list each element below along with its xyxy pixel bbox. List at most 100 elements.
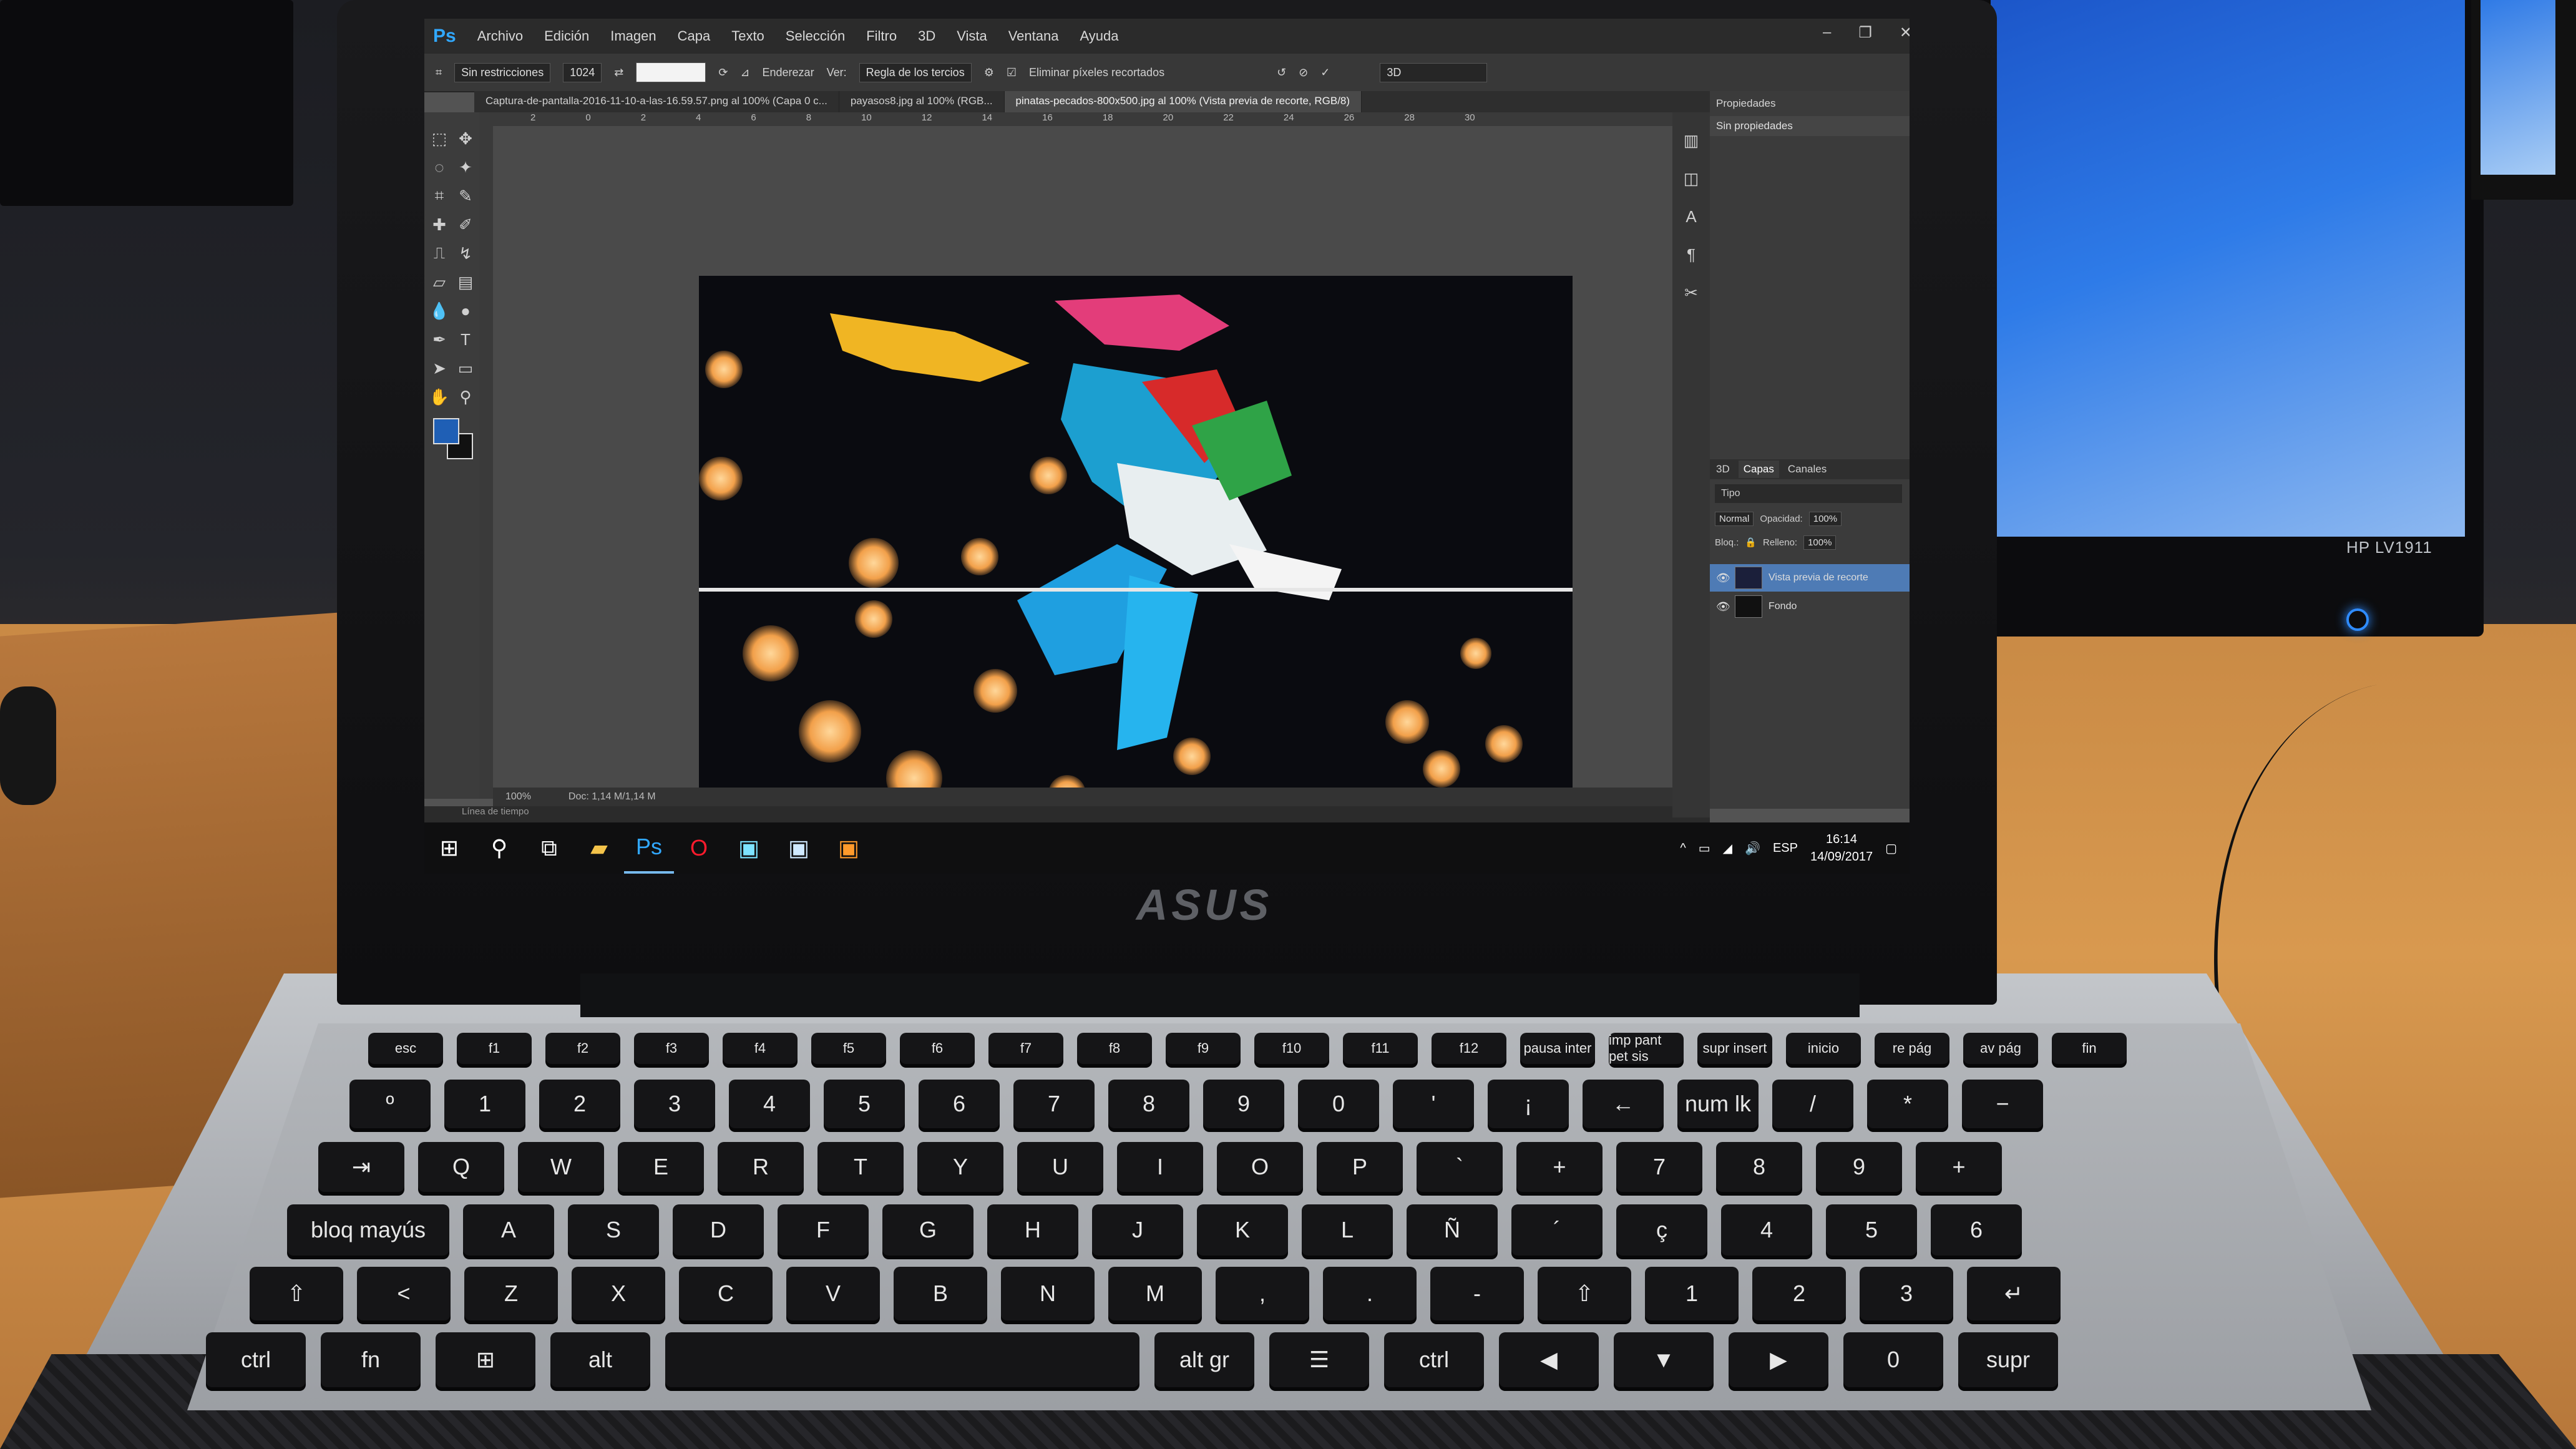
key[interactable]: 5 <box>1826 1204 1917 1256</box>
key[interactable]: T <box>817 1142 904 1192</box>
key[interactable]: f1 <box>457 1033 532 1064</box>
key[interactable]: 8 <box>1108 1080 1189 1128</box>
eyedropper-icon[interactable]: ✎ <box>453 182 478 210</box>
key[interactable]: C <box>679 1267 773 1320</box>
key[interactable]: R <box>718 1142 804 1192</box>
delete-cropped-checkbox[interactable]: ☑ <box>1007 66 1017 79</box>
language-indicator[interactable]: ESP <box>1773 841 1798 856</box>
overlay-select[interactable]: Regla de los tercios <box>859 62 972 82</box>
healing-brush-icon[interactable]: ✚ <box>427 211 452 238</box>
clock[interactable]: 16:14 14/09/2017 <box>1810 831 1873 866</box>
key[interactable]: L <box>1302 1204 1393 1256</box>
cancel-icon[interactable]: ⊘ <box>1299 66 1308 79</box>
tab-document-1[interactable]: Captura-de-pantalla-2016-11-10-a-las-16.… <box>474 91 839 112</box>
key[interactable]: f10 <box>1254 1033 1329 1064</box>
straighten-icon[interactable]: ⊿ <box>740 66 749 79</box>
tab-document-3[interactable]: pinatas-pecados-800x500.jpg al 100% (Vis… <box>1004 91 1362 112</box>
key[interactable]: F <box>778 1204 869 1256</box>
key[interactable]: 4 <box>1721 1204 1812 1256</box>
key[interactable]: f5 <box>811 1033 886 1064</box>
key[interactable]: Q <box>418 1142 504 1192</box>
key[interactable]: ` <box>1417 1142 1503 1192</box>
menu-filtro[interactable]: Filtro <box>866 28 897 44</box>
path-select-icon[interactable]: ➤ <box>427 354 452 382</box>
key[interactable]: V <box>786 1267 880 1320</box>
key[interactable]: Z <box>464 1267 558 1320</box>
battery-icon[interactable]: ▭ <box>1699 841 1710 856</box>
ratio-select[interactable]: Sin restricciones <box>454 62 551 82</box>
crop-tool-icon[interactable]: ⌗ <box>427 182 452 210</box>
clear-icon[interactable]: ⟳ <box>718 66 728 79</box>
marquee-tool-icon[interactable]: ⬚ <box>427 125 452 152</box>
key[interactable]: I <box>1117 1142 1203 1192</box>
zoom-tool-icon[interactable]: ⚲ <box>453 383 478 411</box>
key[interactable]: ç <box>1616 1204 1707 1256</box>
menu-archivo[interactable]: Archivo <box>477 28 523 44</box>
key[interactable]: < <box>357 1267 451 1320</box>
lasso-tool-icon[interactable]: ◌ <box>427 154 452 181</box>
space-key[interactable] <box>665 1332 1139 1387</box>
crop-tool-icon[interactable]: ⌗ <box>436 66 442 79</box>
key[interactable]: 1 <box>444 1080 525 1128</box>
reset-icon[interactable]: ↺ <box>1277 66 1286 79</box>
commit-icon[interactable]: ✓ <box>1320 66 1330 79</box>
key[interactable]: J <box>1092 1204 1183 1256</box>
windows-start-icon[interactable]: ⊞ <box>424 822 474 874</box>
key[interactable]: av pág <box>1963 1033 2038 1064</box>
key[interactable]: num lk <box>1677 1080 1759 1128</box>
tab-layers[interactable]: Capas <box>1738 461 1779 478</box>
key[interactable]: f2 <box>545 1033 620 1064</box>
key[interactable]: supr insert <box>1697 1033 1772 1064</box>
menu-ventana[interactable]: Ventana <box>1008 28 1059 44</box>
app-icon[interactable]: ▣ <box>824 822 874 874</box>
key[interactable]: bloq mayús <box>287 1204 449 1256</box>
key[interactable]: f8 <box>1077 1033 1152 1064</box>
character-panel-icon[interactable]: A <box>1686 207 1696 227</box>
tools-panel-icon[interactable]: ✂ <box>1684 283 1698 303</box>
task-view-icon[interactable]: ⧉ <box>524 822 574 874</box>
menu-seleccion[interactable]: Selección <box>786 28 845 44</box>
menu-edicion[interactable]: Edición <box>544 28 589 44</box>
key[interactable]: 2 <box>1752 1267 1846 1320</box>
clone-stamp-icon[interactable]: ⎍ <box>427 240 452 267</box>
pen-tool-icon[interactable]: ✒ <box>427 326 452 353</box>
key[interactable]: , <box>1216 1267 1309 1320</box>
key[interactable]: D <box>673 1204 764 1256</box>
menu-vista[interactable]: Vista <box>957 28 987 44</box>
key[interactable]: - <box>1430 1267 1524 1320</box>
dodge-icon[interactable]: ● <box>453 297 478 324</box>
key[interactable]: ctrl <box>206 1332 306 1387</box>
key[interactable]: f12 <box>1432 1033 1506 1064</box>
shape-tool-icon[interactable]: ▭ <box>453 354 478 382</box>
photoshop-taskbar-icon[interactable]: Ps <box>624 822 674 874</box>
key[interactable]: ▼ <box>1614 1332 1714 1387</box>
document-canvas[interactable] <box>699 276 1573 837</box>
width-field[interactable]: 1024 <box>563 62 602 82</box>
key[interactable]: X <box>572 1267 665 1320</box>
type-tool-icon[interactable]: T <box>453 326 478 353</box>
key[interactable]: 5 <box>824 1080 905 1128</box>
key[interactable]: B <box>894 1267 987 1320</box>
chevron-up-icon[interactable]: ^ <box>1680 841 1686 856</box>
key[interactable]: ◀ <box>1499 1332 1599 1387</box>
key[interactable]: esc <box>368 1033 443 1064</box>
key[interactable]: 7 <box>1616 1142 1702 1192</box>
search-icon[interactable]: ⚲ <box>474 822 524 874</box>
blur-icon[interactable]: 💧 <box>427 297 452 324</box>
key[interactable]: f4 <box>723 1033 798 1064</box>
key[interactable]: fin <box>2052 1033 2127 1064</box>
opacity-field[interactable]: 100% <box>1808 511 1842 526</box>
key[interactable]: 3 <box>1860 1267 1953 1320</box>
key[interactable]: alt <box>550 1332 650 1387</box>
menu-3d[interactable]: 3D <box>918 28 935 44</box>
gear-icon[interactable]: ⚙ <box>984 66 994 79</box>
key[interactable]: Y <box>917 1142 1003 1192</box>
key[interactable]: W <box>518 1142 604 1192</box>
key[interactable]: + <box>1516 1142 1603 1192</box>
key[interactable]: U <box>1017 1142 1103 1192</box>
key[interactable]: pausa inter <box>1520 1033 1595 1064</box>
key[interactable]: P <box>1317 1142 1403 1192</box>
key[interactable]: O <box>1217 1142 1303 1192</box>
key[interactable]: Ñ <box>1407 1204 1498 1256</box>
key[interactable]: 3 <box>634 1080 715 1128</box>
